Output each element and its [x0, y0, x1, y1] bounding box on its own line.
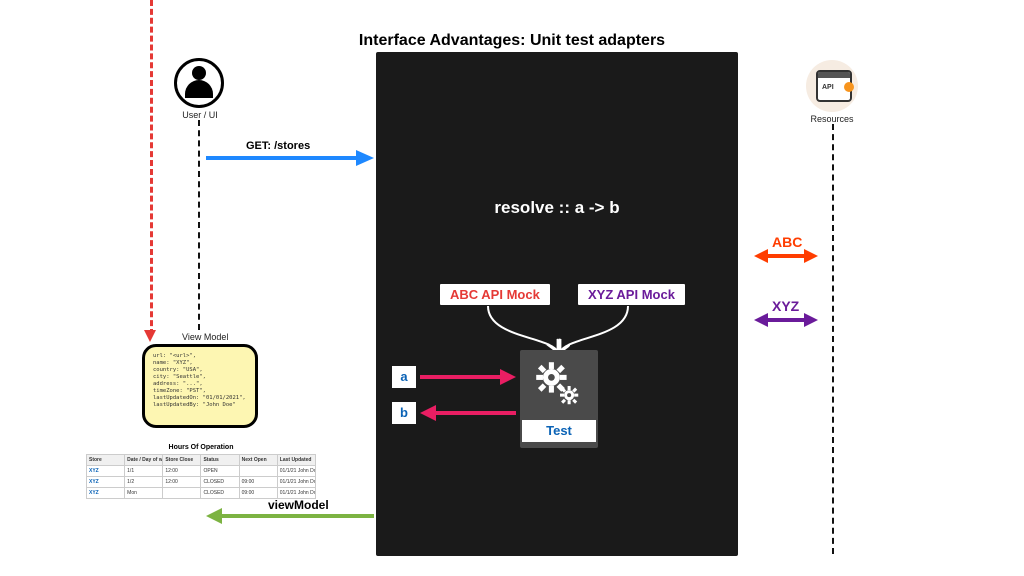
table-cell: CLOSED: [201, 477, 239, 488]
table-header: Next Open: [239, 455, 277, 466]
table-cell: 12:00: [163, 477, 201, 488]
table-cell: CLOSED: [201, 488, 239, 499]
table-cell: 01/1/21 John Doe: [277, 477, 315, 488]
table-header: Last Updated: [277, 455, 315, 466]
table-cell: 1/2: [125, 477, 163, 488]
test-component: Test: [520, 350, 598, 448]
resources-lifeline: [832, 124, 834, 554]
view-model-code: url: "<url>", name: "XYZ", country: "USA…: [153, 353, 247, 409]
input-a: a: [392, 366, 416, 388]
table-cell: XYZ: [87, 488, 125, 499]
table-cell: 09:00: [239, 477, 277, 488]
view-model-label: View Model: [182, 332, 228, 342]
resources-label: Resources: [806, 114, 858, 124]
gears-icon: [532, 358, 586, 412]
table-cell: OPEN: [201, 466, 239, 477]
user-label: User / UI: [160, 110, 240, 120]
table-cell: [239, 466, 277, 477]
table-cell: 09:00: [239, 488, 277, 499]
table-cell: XYZ: [87, 466, 125, 477]
xyz-label: XYZ: [772, 298, 799, 314]
table-header: Store Close: [163, 455, 201, 466]
resolve-signature: resolve :: a -> b: [376, 198, 738, 218]
abc-label: ABC: [772, 234, 802, 250]
get-stores-label: GET: /stores: [246, 140, 310, 152]
user-lifeline: [198, 120, 200, 330]
table-header: Store: [87, 455, 125, 466]
external-red-lifeline: [150, 0, 153, 335]
table-header: Date / Day of wk: [125, 455, 163, 466]
hours-table: StoreDate / Day of wkStore CloseStatusNe…: [86, 454, 316, 499]
table-row: XYZ1/212:00CLOSED09:0001/1/21 John Doe: [87, 477, 316, 488]
table-cell: 12:00: [163, 466, 201, 477]
view-model-box: url: "<url>", name: "XYZ", country: "USA…: [142, 344, 258, 428]
table-row: XYZMon CLOSED09:0001/1/21 John Doe: [87, 488, 316, 499]
red-arrowhead: [144, 330, 156, 342]
table-row: XYZ1/112:00OPEN 01/1/21 John Doe: [87, 466, 316, 477]
table-cell: 01/1/21 John Doe: [277, 466, 315, 477]
test-label: Test: [522, 420, 596, 442]
table-cell: XYZ: [87, 477, 125, 488]
api-resources-icon: API: [816, 70, 852, 102]
table-header: Status: [201, 455, 239, 466]
table-cell: 01/1/21 John Doe: [277, 488, 315, 499]
table-cell: Mon: [125, 488, 163, 499]
table-cell: 1/1: [125, 466, 163, 477]
user-icon: [174, 58, 224, 108]
table-cell: [163, 488, 201, 499]
table-title: Hours Of Operation: [86, 444, 316, 451]
output-b: b: [392, 402, 416, 424]
view-model-arrow-label: viewModel: [268, 498, 329, 512]
diagram-title: Interface Advantages: Unit test adapters: [0, 32, 1024, 50]
